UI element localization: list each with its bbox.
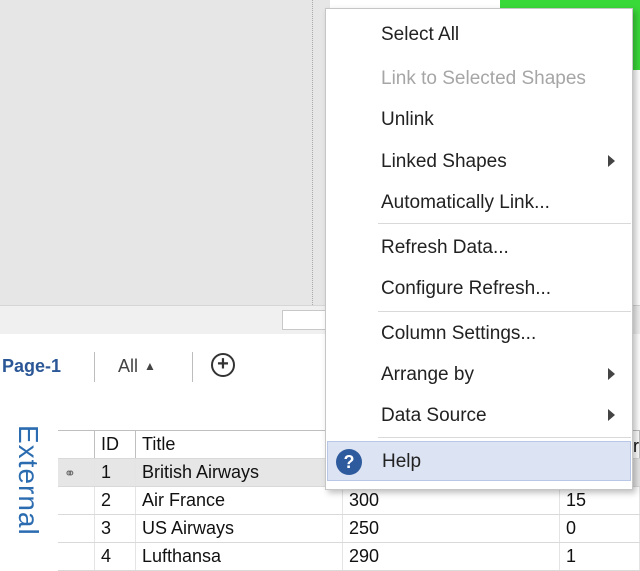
menu-separator [378, 311, 631, 312]
row-id: 1 [94, 458, 136, 487]
add-page-icon[interactable]: + [211, 353, 235, 377]
row-id: 2 [94, 486, 136, 515]
row-title: US Airways [135, 514, 343, 543]
menu-item-data-source[interactable]: Data Source [327, 396, 631, 436]
row-value-a: 290 [342, 542, 560, 571]
row-link-cell [58, 514, 95, 543]
submenu-arrow-icon [608, 155, 615, 167]
row-link-cell [58, 542, 95, 571]
all-pages-label: All [118, 356, 139, 376]
column-header-title[interactable]: Title [135, 430, 343, 459]
row-link-cell: ⚭ [58, 458, 95, 487]
submenu-arrow-icon [608, 409, 615, 421]
tab-divider [192, 352, 193, 382]
all-pages-button[interactable]: All ▲ [118, 356, 156, 377]
menu-separator [378, 223, 631, 224]
menu-item-link-to-selected-shapes: Link to Selected Shapes [381, 68, 586, 89]
menu-item-linked-shapes[interactable]: Linked Shapes [327, 142, 631, 182]
row-title: Air France [135, 486, 343, 515]
menu-item-configure-refresh[interactable]: Configure Refresh... [327, 269, 631, 309]
submenu-arrow-icon [608, 368, 615, 380]
table-row[interactable]: 3 US Airways 250 0 [58, 514, 640, 543]
external-data-window-label: External [13, 425, 44, 536]
row-value-b: 0 [559, 514, 640, 543]
table-row[interactable]: 4 Lufthansa 290 1 [58, 542, 640, 571]
canvas-guide-line [312, 0, 313, 305]
menu-item-unlink[interactable]: Unlink [327, 100, 631, 140]
tab-page-1[interactable]: Page-1 [2, 356, 61, 377]
menu-item-help[interactable]: ? Help [327, 441, 631, 481]
menu-item-arrange-by[interactable]: Arrange by [327, 355, 631, 395]
menu-item-refresh-data[interactable]: Refresh Data... [327, 228, 631, 268]
menu-separator [378, 437, 631, 438]
context-menu: Select All Link to Selected Shapes Unlin… [325, 8, 633, 490]
link-icon: ⚭ [64, 465, 76, 481]
menu-item-automatically-link[interactable]: Automatically Link... [327, 183, 631, 223]
row-title: Lufthansa [135, 542, 343, 571]
row-value-a: 250 [342, 514, 560, 543]
drawing-canvas[interactable] [0, 0, 330, 305]
caret-up-icon: ▲ [144, 359, 156, 373]
row-id: 3 [94, 514, 136, 543]
column-header-link [58, 430, 95, 459]
help-icon: ? [336, 449, 362, 475]
row-id: 4 [94, 542, 136, 571]
table-row[interactable]: 2 Air France 300 15 [58, 486, 640, 515]
cut-off-column-text: r [633, 436, 639, 456]
row-link-cell [58, 486, 95, 515]
menu-item-column-settings[interactable]: Column Settings... [327, 314, 631, 354]
row-value-b: 1 [559, 542, 640, 571]
page-tabs-bar: Page-1 All ▲ + [0, 340, 330, 394]
row-value-a: 300 [342, 486, 560, 515]
column-header-id[interactable]: ID [94, 430, 136, 459]
row-title: British Airways [135, 458, 343, 487]
row-value-b: 15 [559, 486, 640, 515]
tab-divider [94, 352, 95, 382]
menu-item-select-all[interactable]: Select All [327, 15, 631, 55]
